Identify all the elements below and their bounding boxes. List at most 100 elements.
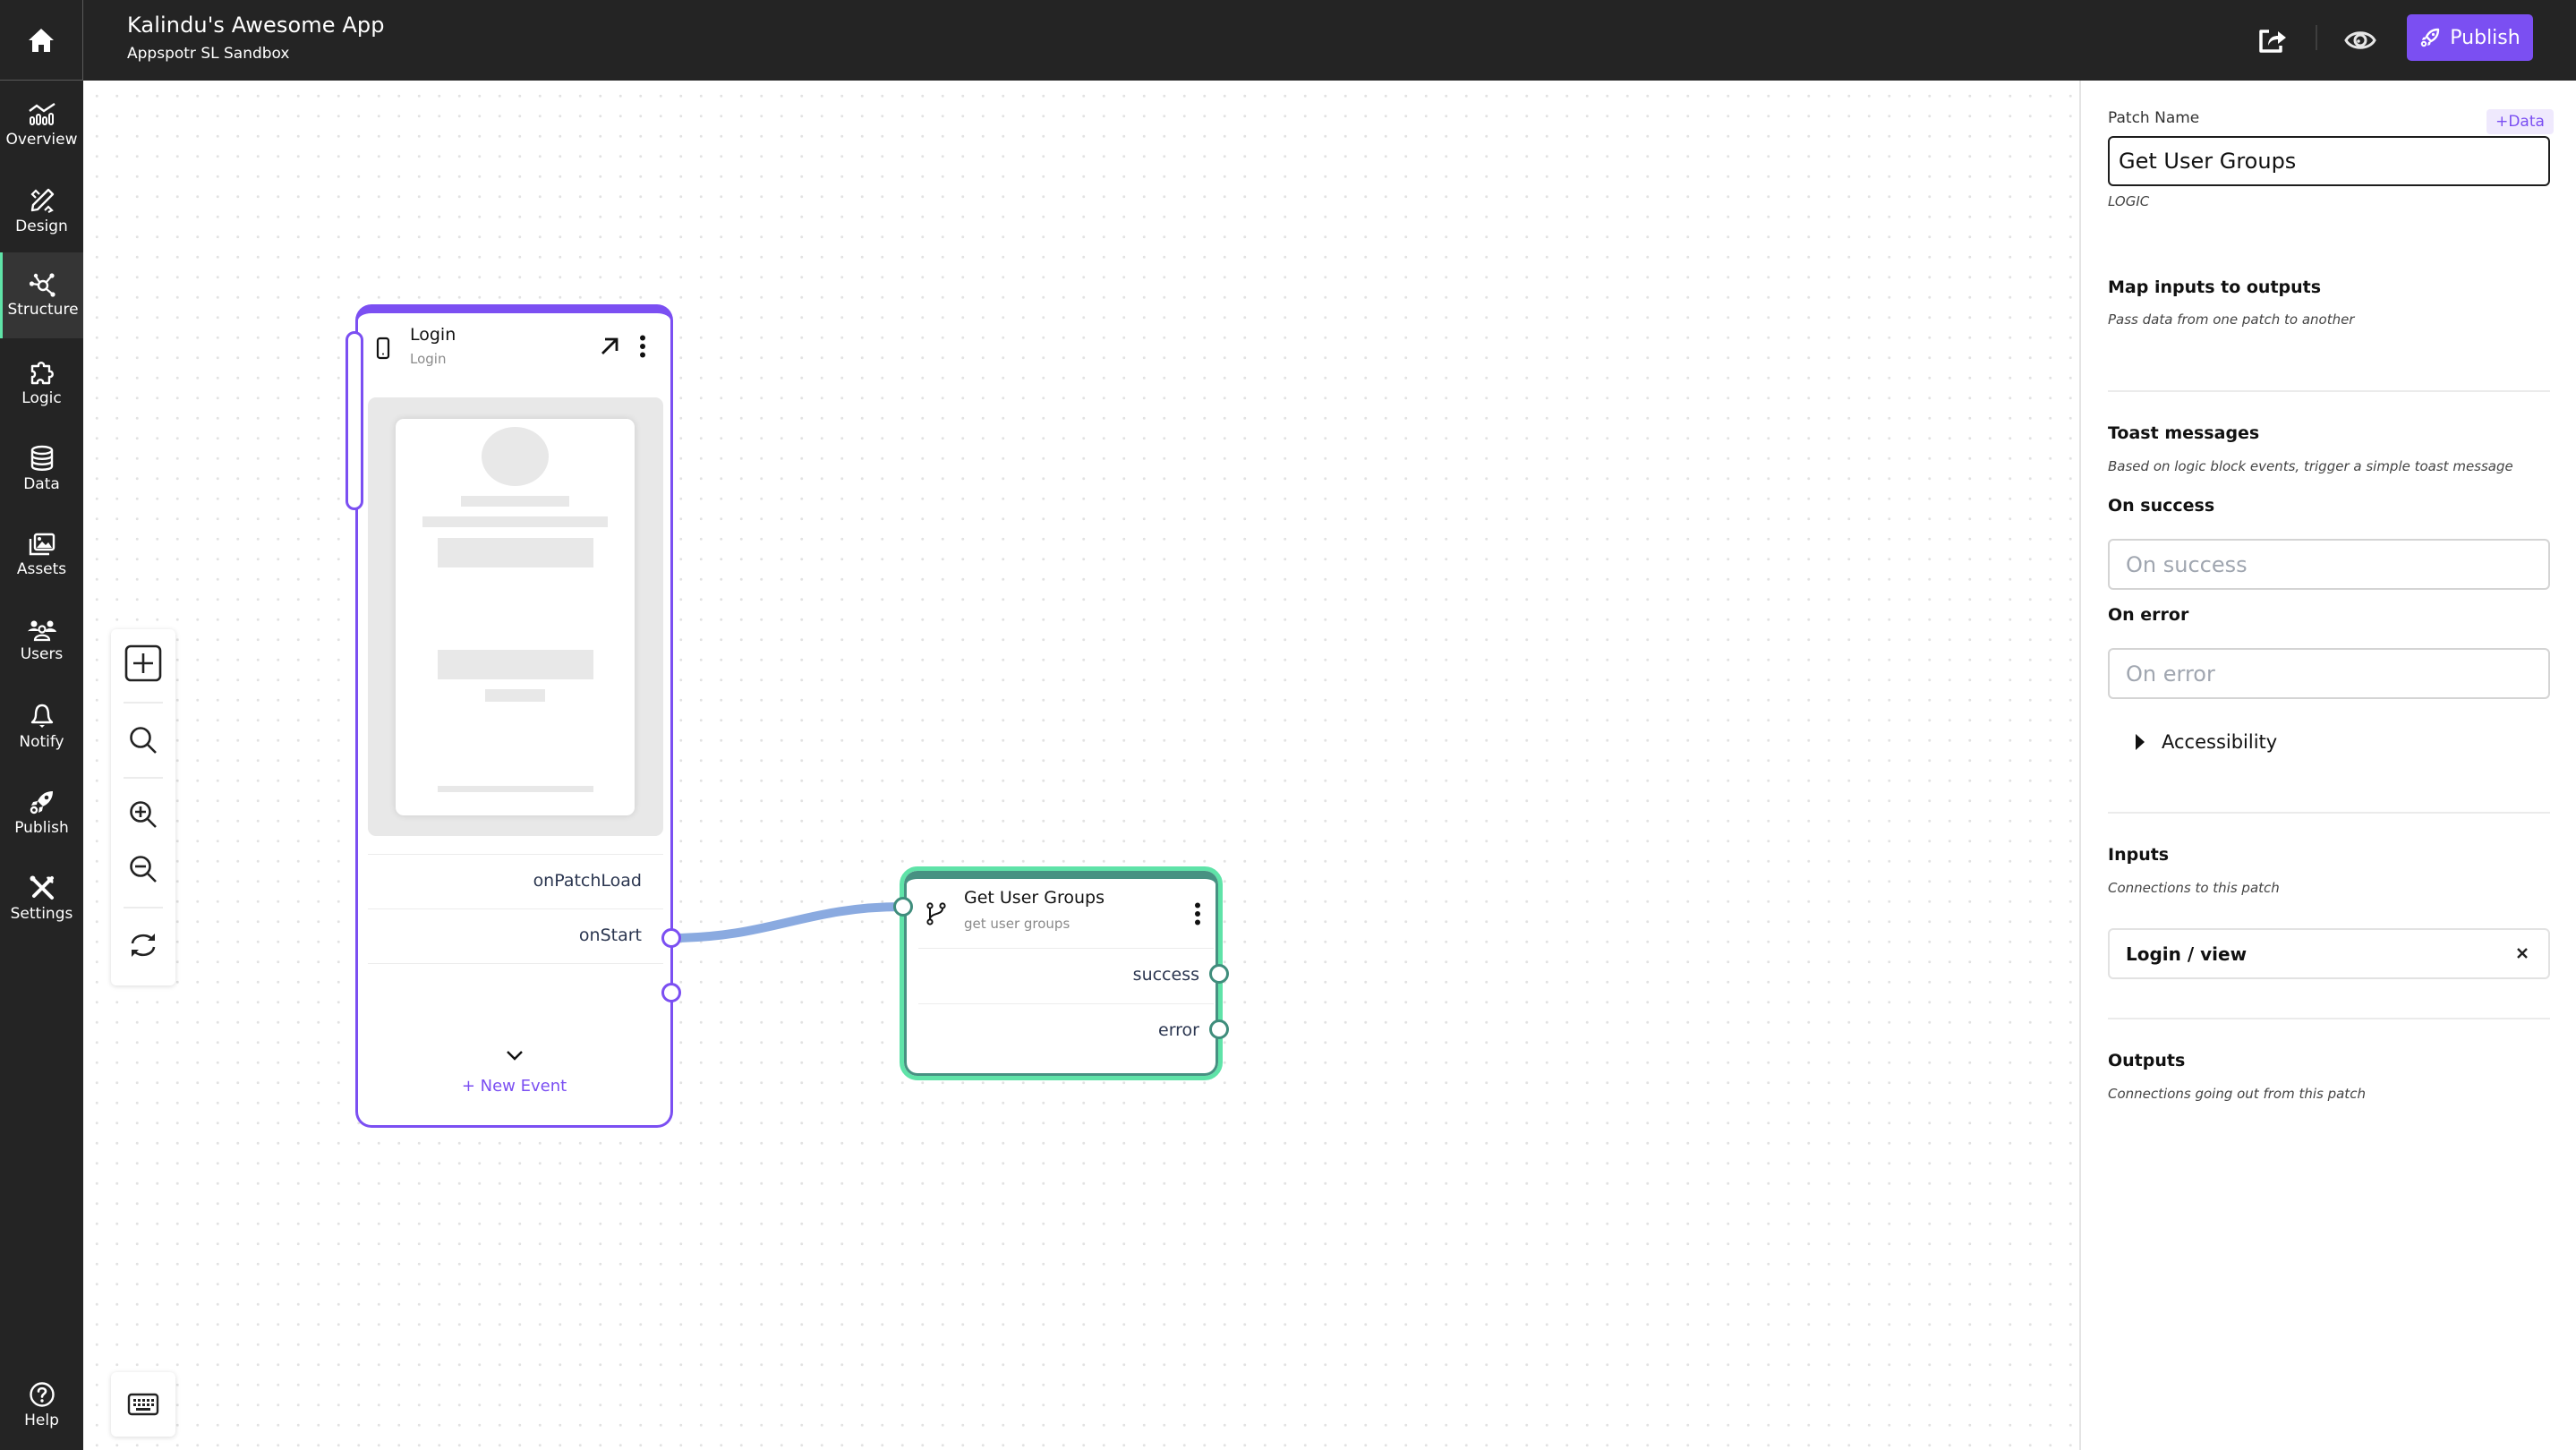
sidebar-item-data[interactable]: Data	[0, 426, 83, 512]
zoom-in-button[interactable]	[111, 788, 175, 841]
sidebar-item-overview[interactable]: Overview	[0, 82, 83, 168]
sidebar-item-help[interactable]: Help	[0, 1362, 83, 1448]
share-button[interactable]	[2250, 18, 2295, 63]
map-section-title: Map inputs to outputs	[2108, 277, 2322, 297]
node-drag-handle[interactable]	[345, 331, 363, 510]
output-row-error: error	[918, 1003, 1214, 1059]
new-event-button[interactable]: + New Event	[358, 1077, 670, 1096]
design-icon	[30, 188, 54, 213]
sidebar-item-label: Help	[24, 1412, 59, 1429]
add-patch-button[interactable]	[111, 636, 175, 690]
zoom-in-icon	[130, 801, 157, 828]
node-title: Get User Groups	[964, 888, 1105, 908]
on-error-label: On error	[2108, 605, 2189, 625]
wireframe-input	[438, 538, 593, 567]
home-icon	[29, 28, 54, 52]
sidebar-item-label: Settings	[10, 905, 73, 923]
sidebar-item-label: Data	[23, 475, 60, 493]
tools-icon	[30, 875, 54, 900]
app-title: Kalindu's Awesome App	[127, 13, 385, 38]
preview-button[interactable]	[2338, 18, 2383, 63]
output-label: success	[1132, 965, 1199, 985]
users-icon	[27, 620, 56, 642]
close-icon	[2517, 948, 2528, 959]
port-input[interactable]	[893, 897, 913, 917]
bell-icon	[30, 704, 53, 728]
zoom-out-button[interactable]	[111, 842, 175, 896]
divider	[2108, 812, 2550, 814]
outputs-section-title: Outputs	[2108, 1051, 2186, 1070]
accessibility-toggle[interactable]: Accessibility	[2135, 731, 2277, 753]
database-icon	[30, 445, 53, 471]
on-error-input[interactable]	[2108, 648, 2550, 699]
wireframe-line	[422, 516, 608, 527]
keyboard-shortcuts-button[interactable]	[111, 1372, 175, 1437]
canvas-toolbar	[111, 629, 175, 985]
branch-icon	[926, 902, 946, 925]
accessibility-label: Accessibility	[2162, 731, 2278, 753]
image-icon	[29, 533, 55, 556]
map-section-desc: Pass data from one patch to another	[2108, 311, 2355, 328]
search-button[interactable]	[111, 713, 175, 767]
port-success[interactable]	[1209, 964, 1229, 984]
keyboard-icon	[127, 1393, 159, 1416]
node-subtitle: Login	[410, 351, 447, 367]
search-icon	[130, 727, 157, 754]
event-label: onStart	[578, 925, 642, 945]
app-subtitle: Appspotr SL Sandbox	[127, 45, 290, 63]
input-connection-label: Login / view	[2126, 943, 2248, 965]
toast-section-desc: Based on logic block events, trigger a s…	[2108, 458, 2513, 474]
add-data-button[interactable]: +Data	[2486, 109, 2554, 134]
output-row-success: success	[918, 948, 1214, 1003]
inputs-section-desc: Connections to this patch	[2108, 880, 2280, 896]
wireframe-link	[485, 689, 545, 702]
sidebar-item-notify[interactable]: Notify	[0, 684, 83, 770]
patch-name-input[interactable]	[2108, 136, 2550, 186]
toast-section-title: Toast messages	[2108, 423, 2260, 443]
sidebar-item-label: Users	[20, 645, 64, 663]
sidebar-item-logic[interactable]: Logic	[0, 340, 83, 426]
input-connection-chip[interactable]: Login / view	[2108, 928, 2550, 979]
patch-type: LOGIC	[2108, 193, 2150, 209]
event-label: onPatchLoad	[533, 871, 642, 891]
screen-preview[interactable]	[368, 397, 663, 836]
share-icon	[2259, 30, 2286, 53]
chart-icon	[28, 103, 55, 125]
eye-icon	[2344, 31, 2376, 49]
publish-label: Publish	[2450, 26, 2521, 49]
remove-connection-button[interactable]	[2511, 942, 2534, 965]
sidebar-item-label: Structure	[7, 301, 79, 319]
port-onpatchload[interactable]	[661, 928, 681, 948]
expand-events-button[interactable]	[501, 1045, 528, 1065]
on-success-input[interactable]	[2108, 539, 2550, 590]
wireframe-button	[438, 650, 593, 679]
phone-wireframe	[396, 419, 635, 815]
node-subtitle: get user groups	[964, 916, 1070, 932]
sidebar-item-structure[interactable]: Structure	[0, 252, 83, 338]
sidebar-item-settings[interactable]: Settings	[0, 856, 83, 942]
sidebar-item-label: Publish	[14, 819, 69, 837]
add-square-icon	[124, 644, 162, 682]
node-more-button[interactable]	[632, 331, 653, 362]
on-success-label: On success	[2108, 496, 2215, 516]
node-title: Login	[410, 325, 456, 345]
login-patch-node[interactable]: Login Login onPatchLoad onStart + New Ev…	[355, 304, 673, 1128]
caret-right-icon	[2136, 734, 2145, 750]
open-patch-button[interactable]	[594, 331, 625, 362]
output-label: error	[1158, 1020, 1199, 1040]
get-user-groups-patch-node[interactable]: Get User Groups get user groups success …	[900, 866, 1223, 1080]
refresh-icon	[131, 934, 156, 957]
sidebar-item-publish[interactable]: Publish	[0, 770, 83, 856]
divider	[2108, 1018, 2550, 1019]
sidebar-item-users[interactable]: Users	[0, 598, 83, 684]
sidebar-item-assets[interactable]: Assets	[0, 512, 83, 598]
home-button[interactable]	[0, 0, 83, 81]
port-error[interactable]	[1209, 1019, 1229, 1039]
sidebar-item-design[interactable]: Design	[0, 168, 83, 254]
publish-button[interactable]: Publish	[2407, 14, 2533, 61]
reset-view-button[interactable]	[111, 918, 175, 972]
node-more-button[interactable]	[1189, 899, 1207, 929]
properties-panel: Patch Name +Data LOGIC Map inputs to out…	[2079, 81, 2576, 1450]
port-onstart[interactable]	[661, 983, 681, 1002]
wireframe-avatar	[482, 427, 549, 486]
